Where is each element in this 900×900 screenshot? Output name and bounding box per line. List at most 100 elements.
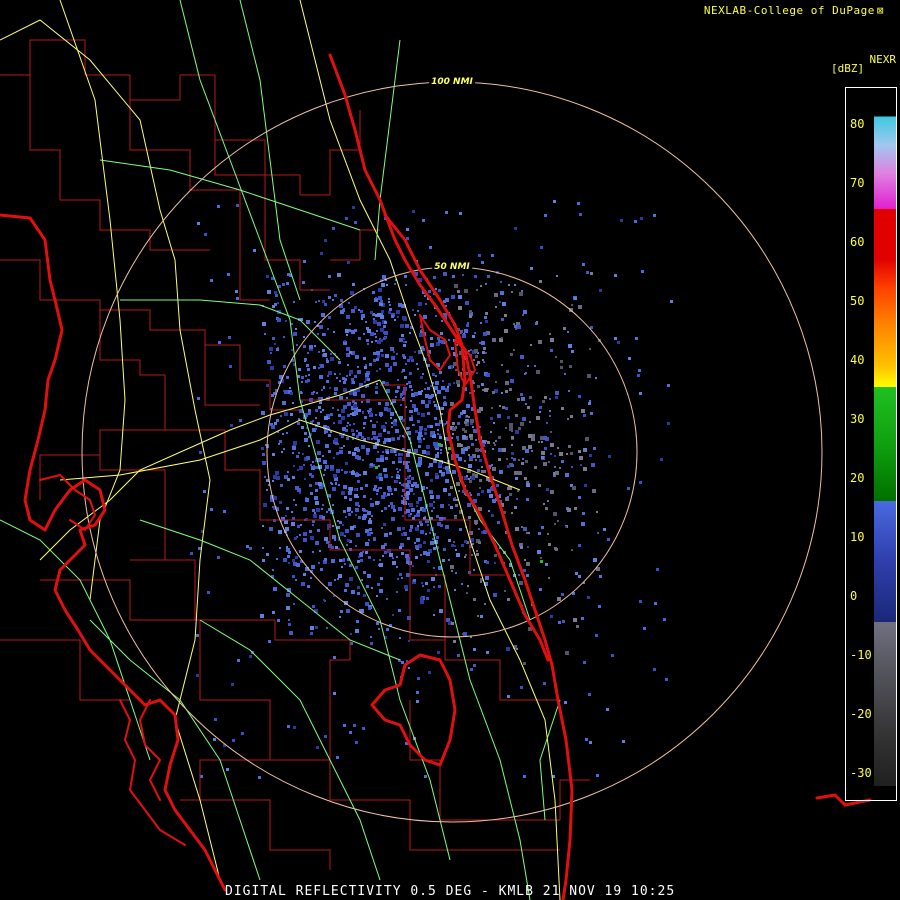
echo-pixel — [416, 538, 420, 542]
echo-pixel — [362, 412, 364, 414]
echo-pixel — [332, 504, 334, 506]
echo-pixel — [593, 447, 596, 450]
echo-pixel — [306, 320, 310, 324]
echo-pixel — [515, 477, 518, 480]
echo-pixel — [462, 633, 464, 635]
echo-pixel — [385, 422, 387, 424]
echo-pixel — [315, 428, 317, 430]
echo-pixel — [502, 406, 505, 409]
echo-pixel — [465, 554, 467, 556]
echo-pixel — [481, 490, 484, 493]
echo-pixel — [349, 498, 352, 501]
echo-pixel — [521, 462, 524, 465]
echo-pixel — [328, 371, 332, 375]
echo-pixel — [289, 387, 291, 389]
echo-pixel — [554, 547, 557, 550]
echo-pixel — [545, 507, 548, 510]
echo-pixel — [371, 438, 373, 440]
echo-pixel — [409, 529, 412, 532]
echo-pixel — [507, 416, 510, 419]
echo-pixel — [381, 510, 383, 512]
range-ring-50-label: 50 NMI — [432, 262, 472, 272]
echo-pixel — [578, 575, 581, 578]
echo-pixel — [351, 378, 354, 381]
echo-pixel — [422, 219, 425, 222]
echo-pixel — [482, 389, 484, 391]
echo-pixel — [300, 524, 302, 526]
echo-pixel — [419, 333, 423, 337]
echo-pixel — [562, 620, 565, 623]
echo-pixel — [430, 479, 433, 482]
echo-pixel — [347, 402, 351, 406]
echo-pixel — [515, 527, 519, 531]
echo-pixel — [197, 397, 200, 400]
echo-pixel — [383, 441, 386, 444]
echo-pixel — [440, 332, 443, 335]
echo-pixel — [280, 415, 282, 417]
echo-pixel — [639, 392, 642, 395]
echo-pixel — [367, 343, 369, 345]
echo-pixel — [314, 496, 318, 500]
echo-pixel — [241, 732, 244, 735]
echo-pixel — [376, 489, 379, 492]
echo-pixel — [435, 473, 438, 476]
reflectivity-color-scale: 80 70 60 50 40 30 20 10 0 -10 -20 -30 — [845, 87, 897, 801]
echo-pixel — [264, 476, 266, 478]
echo-pixel — [614, 337, 617, 340]
echo-pixel — [390, 417, 392, 419]
echo-pixel — [429, 490, 433, 494]
echo-pixel — [431, 577, 435, 581]
echo-pixel — [313, 391, 315, 393]
echo-pixel — [407, 537, 410, 540]
echo-pixel — [318, 406, 321, 409]
echo-pixel — [210, 279, 213, 282]
echo-pixel — [346, 437, 349, 440]
echo-pixel — [361, 579, 363, 581]
echo-pixel — [339, 559, 342, 562]
echo-pixel — [460, 330, 463, 333]
echo-pixel — [349, 370, 353, 374]
echo-pixel — [548, 461, 550, 463]
echo-pixel — [403, 338, 405, 340]
echo-pixel — [670, 300, 673, 303]
echo-pixel — [419, 426, 423, 430]
scale-tick-label: -30 — [850, 766, 872, 780]
echo-pixel — [293, 726, 296, 729]
echo-pixel — [369, 408, 372, 411]
echo-pixel — [398, 609, 401, 612]
echo-pixel — [302, 453, 304, 455]
echo-pixel — [398, 507, 402, 511]
echo-pixel — [320, 252, 323, 255]
echo-pixel — [272, 337, 275, 340]
echo-pixel — [362, 551, 364, 553]
echo-pixel — [296, 455, 299, 458]
echo-pixel — [406, 561, 409, 564]
echo-pixel — [492, 467, 496, 471]
echo-pixel — [291, 522, 295, 526]
echo-pixel — [366, 339, 369, 342]
echo-pixel — [355, 502, 359, 506]
echo-pixel — [538, 340, 542, 344]
echo-pixel — [350, 526, 354, 530]
echo-pixel — [439, 436, 442, 439]
echo-pixel — [344, 589, 347, 592]
echo-pixel — [464, 460, 466, 462]
echo-pixel — [382, 555, 384, 557]
echo-pixel — [413, 493, 415, 495]
echo-pixel — [464, 289, 468, 293]
echo-pixel — [432, 538, 434, 540]
echo-pixel — [492, 448, 494, 450]
echo-pixel — [417, 510, 420, 513]
echo-pixel — [532, 434, 535, 437]
echo-pixel — [365, 551, 368, 554]
echo-pixel — [307, 352, 309, 354]
echo-pixel — [507, 598, 510, 601]
echo-pixel — [641, 270, 644, 273]
echo-pixel — [348, 513, 351, 516]
echo-pixel — [370, 636, 372, 638]
echo-pixel — [321, 389, 323, 391]
echo-pixel — [506, 370, 509, 373]
echo-pixel — [336, 452, 339, 455]
echo-pixel — [352, 283, 355, 286]
echo-pixel — [357, 480, 360, 483]
